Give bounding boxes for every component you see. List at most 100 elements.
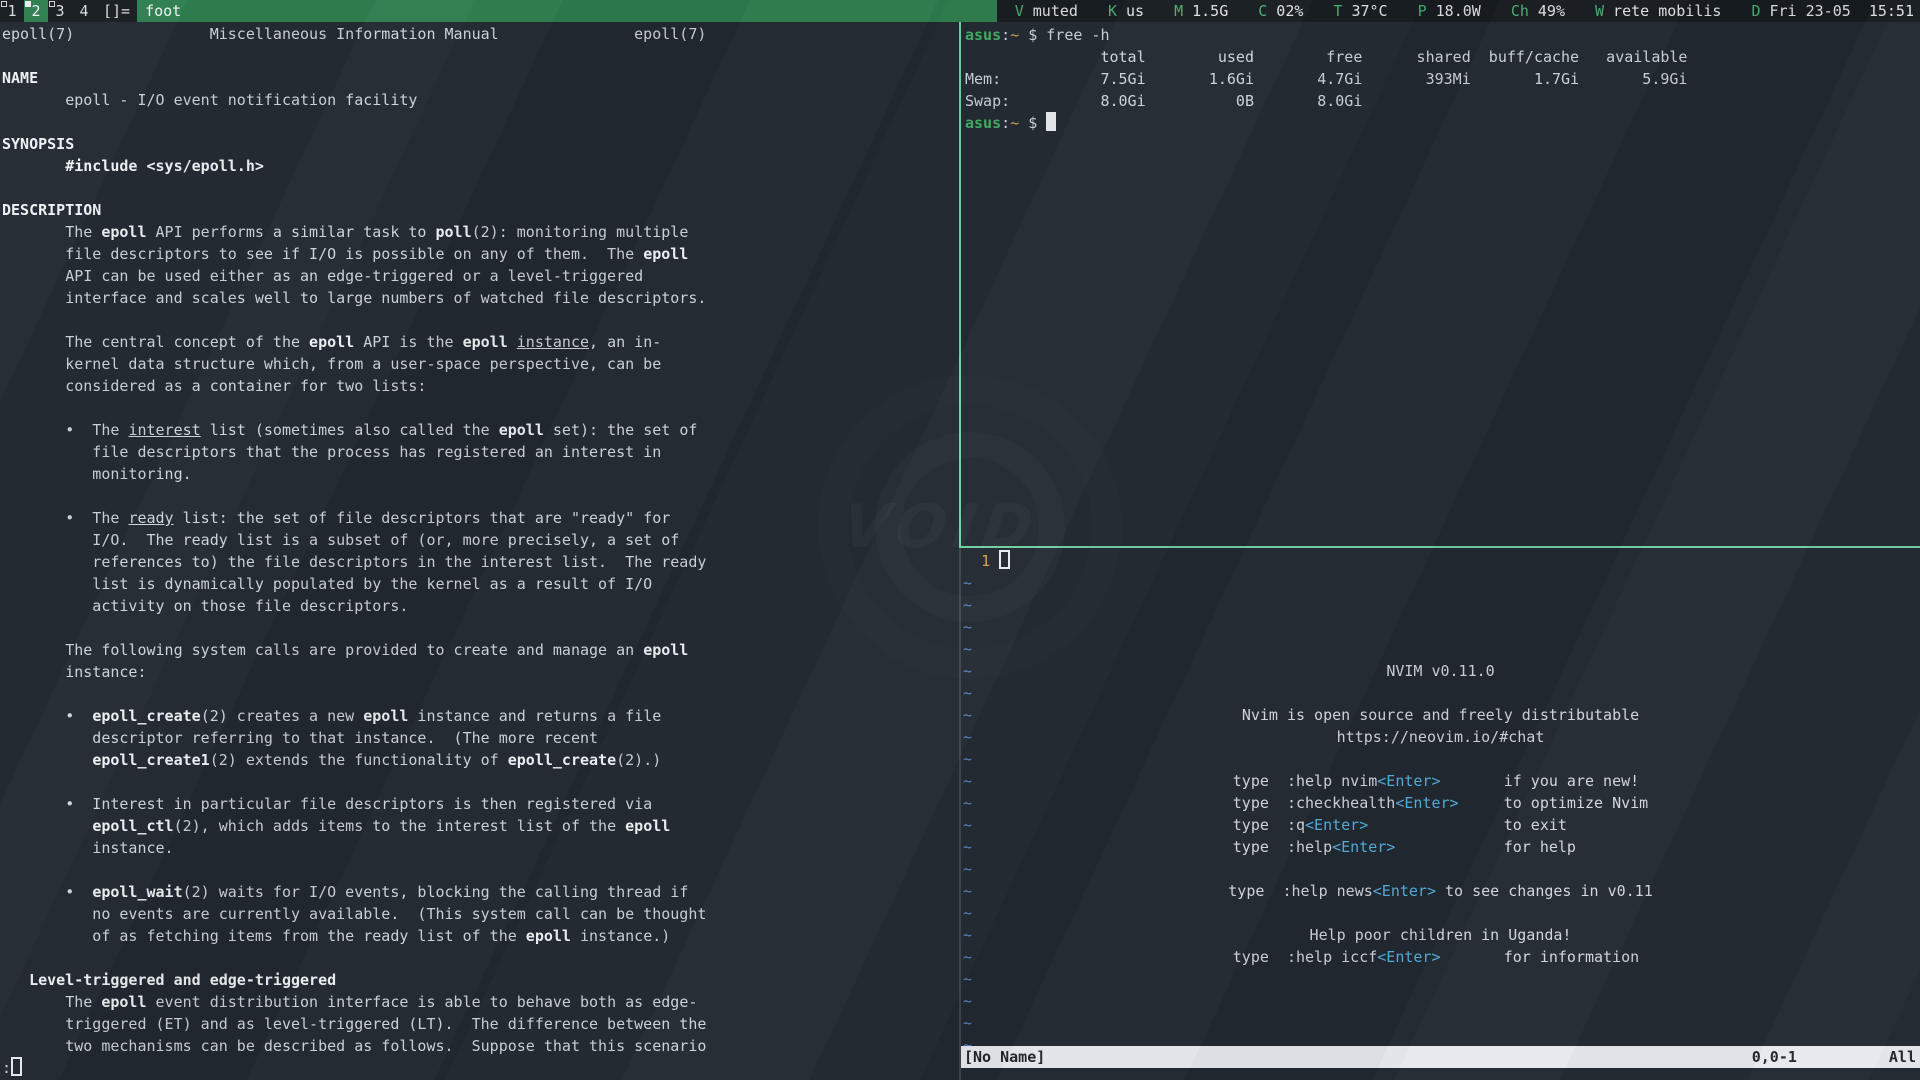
man-page-content: epoll(7) Miscellaneous Information Manua… xyxy=(2,23,959,1079)
empty-line-tilde: ~ xyxy=(963,990,972,1012)
empty-line-tilde: ~ xyxy=(963,880,972,902)
empty-line-tilde: ~ xyxy=(963,902,972,924)
text-segment: instance xyxy=(517,333,589,351)
man-line: kernel data structure which, from a user… xyxy=(2,353,959,375)
man-line: descriptor referring to that instance. (… xyxy=(2,727,959,749)
text-segment: no events are currently available. (This… xyxy=(2,905,706,923)
man-line: The epoll API performs a similar task to… xyxy=(2,221,959,243)
tag-1[interactable]: 1 xyxy=(0,0,24,22)
text-segment: file descriptors that the process has re… xyxy=(2,443,661,461)
text-segment: DESCRIPTION xyxy=(2,201,101,219)
neovim-pane[interactable]: 1 ~~~~~NVIM v0.11.0~~Nvim is open source… xyxy=(961,548,1920,1080)
text-segment: epoll(7) Miscellaneous Information Manua… xyxy=(2,25,706,43)
empty-line-tilde: ~ xyxy=(963,682,972,704)
text-segment: type :help news xyxy=(1228,882,1373,900)
window-divider[interactable] xyxy=(959,548,961,1080)
text-segment: epoll_create xyxy=(92,707,200,725)
window-title: foot xyxy=(137,0,997,22)
neovim-row: ~ xyxy=(961,1012,1920,1034)
text-cursor-focused xyxy=(1046,112,1056,131)
tag-3[interactable]: 3 xyxy=(48,0,72,22)
man-line xyxy=(2,947,959,969)
text-segment: type :q xyxy=(1233,816,1305,834)
text-segment: <Enter> xyxy=(1377,772,1440,790)
neovim-row: ~Help poor children in Uganda! xyxy=(961,924,1920,946)
text-segment: instance. xyxy=(2,839,174,857)
text-segment: I/O. The ready list is a subset of (or, … xyxy=(2,531,679,549)
text-segment: The xyxy=(2,223,101,241)
empty-line-tilde: ~ xyxy=(963,792,972,814)
text-segment: $ free -h xyxy=(1019,26,1109,44)
intro-text: type :help<Enter> for help xyxy=(961,836,1920,858)
status-modules: V mutedK usM 1.5GC 02%T 37°CP 18.0WCh 49… xyxy=(997,0,1920,22)
neovim-row: ~ xyxy=(961,682,1920,704)
text-segment xyxy=(2,971,29,989)
terminal-shell-pane[interactable]: asus:~ $ free -h total used free shared … xyxy=(959,22,1920,548)
text-segment: triggered (ET) and as level-triggered (L… xyxy=(2,1015,706,1033)
status-module-ch: Ch 49% xyxy=(1511,0,1565,22)
man-line: activity on those file descriptors. xyxy=(2,595,959,617)
man-line: considered as a container for two lists: xyxy=(2,375,959,397)
neovim-row: ~type :help<Enter> for help xyxy=(961,836,1920,858)
text-segment: instance and returns a file xyxy=(408,707,661,725)
man-line xyxy=(2,45,959,67)
empty-line-tilde: ~ xyxy=(963,858,972,880)
neovim-row: ~ xyxy=(961,572,1920,594)
man-line: epoll(7) Miscellaneous Information Manua… xyxy=(2,23,959,45)
text-segment: • The xyxy=(2,421,128,439)
text-segment: <Enter> xyxy=(1377,948,1440,966)
empty-line-tilde: ~ xyxy=(963,726,972,748)
tag-occupied-indicator xyxy=(49,1,55,7)
text-segment: set): the set of xyxy=(544,421,698,439)
man-line: two mechanisms can be described as follo… xyxy=(2,1035,959,1057)
status-bar: 1234 []= foot V mutedK usM 1.5GC 02%T 37… xyxy=(0,0,1920,22)
text-segment: list is dynamically populated by the ker… xyxy=(2,575,652,593)
status-key: C xyxy=(1258,2,1267,20)
man-line: no events are currently available. (This… xyxy=(2,903,959,925)
shell-line: Swap: 8.0Gi 0B 8.0Gi xyxy=(965,90,1920,112)
text-segment: two mechanisms can be described as follo… xyxy=(2,1037,706,1055)
text-segment: (2) waits for I/O events, blocking the c… xyxy=(183,883,689,901)
text-segment: <Enter> xyxy=(1373,882,1436,900)
man-line: • epoll_create(2) creates a new epoll in… xyxy=(2,705,959,727)
neovim-row: ~ xyxy=(961,594,1920,616)
man-line xyxy=(2,859,959,881)
text-segment: (2) extends the functionality of xyxy=(210,751,508,769)
man-line: NAME xyxy=(2,67,959,89)
shell-line: asus:~ $ xyxy=(965,112,1920,134)
intro-text: type :help iccf<Enter> for information xyxy=(961,946,1920,968)
status-key: P xyxy=(1418,2,1427,20)
scroll-indicator: All xyxy=(1889,1046,1916,1068)
intro-text: type :q<Enter> to exit xyxy=(961,814,1920,836)
text-segment: kernel data structure which, from a user… xyxy=(2,355,661,373)
neovim-cmdline xyxy=(961,1068,1920,1080)
text-segment: (2), which adds items to the interest li… xyxy=(174,817,626,835)
text-segment xyxy=(990,552,999,570)
terminal-man-page-pane[interactable]: epoll(7) Miscellaneous Information Manua… xyxy=(0,22,959,1080)
man-line xyxy=(2,683,959,705)
text-segment: NVIM v0.11.0 xyxy=(1386,662,1494,680)
text-segment: $ xyxy=(1019,114,1046,132)
text-segment: interest xyxy=(128,421,200,439)
neovim-row: ~ xyxy=(961,748,1920,770)
text-segment: #include <sys/epoll.h> xyxy=(65,157,264,175)
man-line: epoll_create1(2) extends the functionali… xyxy=(2,749,959,771)
tag-4[interactable]: 4 xyxy=(72,0,96,22)
text-segment: (2): monitoring multiple xyxy=(472,223,689,241)
text-segment: asus xyxy=(965,26,1001,44)
layout-indicator[interactable]: []= xyxy=(96,0,137,22)
text-segment: epoll xyxy=(363,707,408,725)
text-segment: ready xyxy=(128,509,173,527)
text-segment: epoll_wait xyxy=(92,883,182,901)
status-key: M xyxy=(1174,2,1183,20)
neovim-row: ~type :help news<Enter> to see changes i… xyxy=(961,880,1920,902)
neovim-row: ~ xyxy=(961,902,1920,924)
shell-line: Mem: 7.5Gi 1.6Gi 4.7Gi 393Mi 1.7Gi 5.9Gi xyxy=(965,68,1920,90)
tag-2[interactable]: 2 xyxy=(24,0,48,22)
text-segment: epoll xyxy=(463,333,508,351)
shell-line: asus:~ $ free -h xyxy=(965,24,1920,46)
status-key: Ch xyxy=(1511,2,1529,20)
text-segment: (2) creates a new xyxy=(201,707,364,725)
empty-line-tilde: ~ xyxy=(963,836,972,858)
text-segment: to optimize Nvim xyxy=(1459,794,1649,812)
